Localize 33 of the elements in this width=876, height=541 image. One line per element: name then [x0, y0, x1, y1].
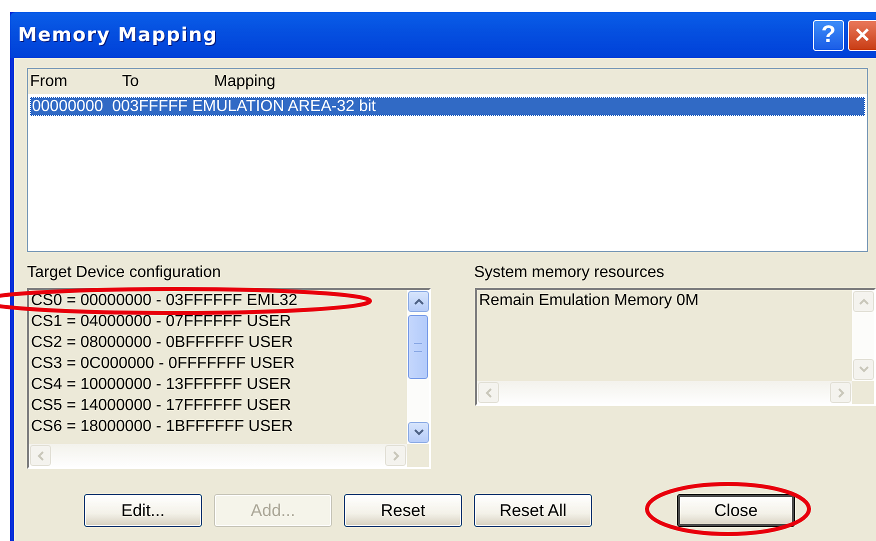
group-label: System memory resources — [473, 263, 666, 283]
list-line[interactable]: CS0 = 00000000 - 03FFFFFF EML32 — [31, 290, 405, 311]
column-header[interactable]: To — [122, 72, 214, 90]
list-line[interactable]: CS1 = 04000000 - 07FFFFFF USER — [31, 311, 405, 332]
horizontal-scrollbar[interactable] — [477, 381, 852, 404]
window-title: Memory Mapping — [18, 24, 219, 46]
horizontal-scrollbar[interactable] — [29, 444, 407, 467]
list-line[interactable]: Remain Emulation Memory 0M — [479, 290, 850, 311]
list-line[interactable]: CS2 = 08000000 - 0BFFFFFF USER — [31, 332, 405, 353]
dialog-button[interactable]: Reset All — [474, 494, 592, 527]
list-row[interactable]: 00000000 003FFFFF EMULATION AREA-32 bit — [30, 97, 865, 116]
close-button[interactable]: ✕ — [848, 20, 876, 50]
list-box[interactable]: Remain Emulation Memory 0M — [475, 288, 876, 406]
scroll-down-icon[interactable] — [408, 422, 429, 443]
column-header[interactable]: From — [28, 72, 122, 90]
list-line[interactable]: CS5 = 14000000 - 17FFFFFF USER — [31, 395, 405, 416]
list-line[interactable]: CS3 = 0C000000 - 0FFFFFFF USER — [31, 353, 405, 374]
scroll-thumb[interactable] — [408, 315, 428, 379]
vertical-scrollbar[interactable] — [407, 290, 429, 444]
dialog-button[interactable]: Edit... — [84, 494, 202, 527]
scroll-up-icon[interactable] — [408, 291, 429, 312]
dialog-button[interactable]: Reset — [344, 494, 462, 527]
mapping-list[interactable]: From To Mapping 00000000 003FFFFF EMULATION AREA-32 bit — [27, 68, 868, 252]
scroll-right-icon[interactable] — [830, 382, 851, 403]
list-line[interactable]: CS6 = 18000000 - 1BFFFFFF USER — [31, 416, 405, 437]
close-button[interactable]: Close — [677, 494, 795, 527]
help-button[interactable]: ? — [813, 20, 844, 50]
list-line[interactable]: CS4 = 10000000 - 13FFFFFF USER — [31, 374, 405, 395]
column-header[interactable]: Mapping — [214, 72, 276, 90]
scroll-left-icon[interactable] — [478, 382, 499, 403]
group-label: Target Device configuration — [27, 263, 222, 283]
scroll-left-icon[interactable] — [30, 445, 51, 466]
list-box[interactable] — [27, 288, 431, 469]
